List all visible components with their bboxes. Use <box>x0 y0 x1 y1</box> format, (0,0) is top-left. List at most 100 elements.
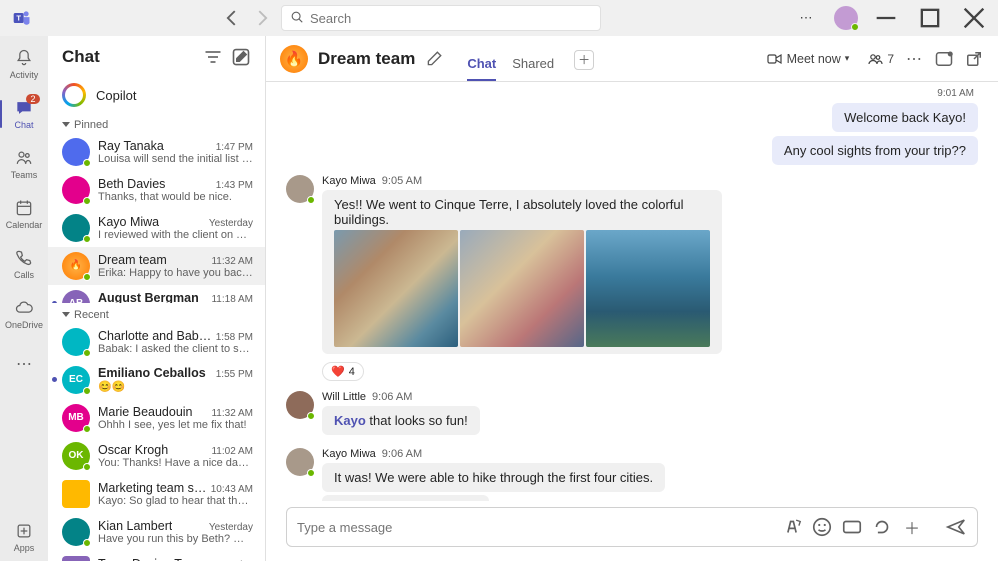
format-icon[interactable] <box>781 516 803 538</box>
chat-item[interactable]: Team Design TemplateYesterdayReta: Let's… <box>48 551 265 561</box>
gif-icon[interactable] <box>841 516 863 538</box>
chat-item[interactable]: Charlotte and Babak1:58 PMBabak: I asked… <box>48 323 265 361</box>
calendar-icon <box>14 198 34 218</box>
chat-item-preview: 😊😊 <box>98 380 253 393</box>
section-pinned[interactable]: Pinned <box>48 113 265 133</box>
compose-box[interactable]: ＋ <box>286 507 978 547</box>
chat-item-name: Kayo Miwa <box>98 215 159 229</box>
chat-item[interactable]: Kian Lambert YesterdayHave you run this b… <box>48 513 265 551</box>
chat-item[interactable]: Kayo Miwa YesterdayI reviewed with the cl… <box>48 209 265 247</box>
chat-item-preview: Louisa will send the initial list of... <box>98 153 253 165</box>
chat-item[interactable]: MBMarie Beaudouin11:32 AMOhhh I see, yes… <box>48 399 265 437</box>
chat-item[interactable]: 🔥Dream team11:32 AMErika: Happy to have … <box>48 247 265 285</box>
chat-item[interactable]: Beth Davies1:43 PMThanks, that would be … <box>48 171 265 209</box>
maximize-button[interactable] <box>914 4 946 32</box>
chat-list-title: Chat <box>62 47 195 67</box>
rail-more[interactable]: ⋯ <box>0 340 48 388</box>
nav-forward-button[interactable] <box>251 7 273 29</box>
teams-icon <box>14 148 34 168</box>
people-button[interactable]: 7 <box>867 51 894 67</box>
mention-kayo[interactable]: Kayo <box>334 413 366 428</box>
chat-item[interactable]: ECEmiliano Ceballos1:55 PM😊😊 <box>48 361 265 399</box>
copilot-row[interactable]: Copilot <box>48 77 265 113</box>
chat-item-avatar <box>62 556 90 561</box>
chat-item-preview: I reviewed with the client on Th... <box>98 229 253 241</box>
emoji-icon[interactable] <box>811 516 833 538</box>
chat-item-preview: Ohhh I see, yes let me fix that! <box>98 419 253 431</box>
new-chat-icon[interactable] <box>231 47 251 67</box>
chat-title: Dream team <box>318 49 415 69</box>
send-icon[interactable] <box>945 516 967 538</box>
attach-plus-icon[interactable]: ＋ <box>901 516 923 538</box>
chat-item-avatar <box>62 214 90 242</box>
photo-1[interactable] <box>334 230 458 347</box>
header-more-icon[interactable]: ⋯ <box>904 49 924 69</box>
people-icon <box>867 51 883 67</box>
overflow-icon[interactable]: ⋯ <box>790 4 822 32</box>
chat-main: 🔥 Dream team Chat Shared ＋ Meet now ▾ 7 … <box>266 36 998 561</box>
section-recent[interactable]: Recent <box>48 303 265 323</box>
chat-item-avatar: MB <box>62 404 90 432</box>
message-kayo-1[interactable]: Kayo Miwa9:05 AM Yes!! We went to Cinque… <box>286 175 978 381</box>
rail-teams[interactable]: Teams <box>0 140 48 188</box>
message-will[interactable]: Will Little9:06 AM Kayo that looks so fu… <box>286 391 978 438</box>
global-search[interactable] <box>281 5 601 31</box>
chat-list-panel: Chat Copilot Pinned Ray Tanaka1:47 PMLou… <box>48 36 266 561</box>
open-participants-icon[interactable] <box>934 49 954 69</box>
chat-item-preview: You: Thanks! Have a nice day, I... <box>98 457 253 469</box>
chat-item[interactable]: ABAugust Bergman11:18 AMI haven't checke… <box>48 285 265 303</box>
chat-item-avatar <box>62 480 90 508</box>
phone-icon <box>14 248 34 268</box>
chat-item-preview: Have you run this by Beth? Mak... <box>98 533 253 545</box>
meet-now-button[interactable]: Meet now ▾ <box>759 47 858 71</box>
rail-calendar[interactable]: Calendar <box>0 190 48 238</box>
avatar-kayo-2 <box>286 448 314 476</box>
nav-back-button[interactable] <box>221 7 243 29</box>
chat-item[interactable]: OKOscar Krogh11:02 AMYou: Thanks! Have a… <box>48 437 265 475</box>
minimize-button[interactable] <box>870 4 902 32</box>
chat-item-time: 11:32 AM <box>211 256 253 267</box>
tab-shared[interactable]: Shared <box>512 56 554 81</box>
my-avatar[interactable] <box>834 6 858 30</box>
avatar-will <box>286 391 314 419</box>
svg-text:T: T <box>16 14 21 23</box>
filter-icon[interactable] <box>203 47 223 67</box>
compose-input[interactable] <box>297 520 773 535</box>
edit-name-icon[interactable] <box>425 50 443 68</box>
tab-chat[interactable]: Chat <box>467 56 496 81</box>
chat-item-time: Yesterday <box>209 218 253 229</box>
chat-item-avatar: AB <box>62 290 90 303</box>
chat-item-time: 1:43 PM <box>216 180 253 191</box>
chat-item[interactable]: Marketing team sync10:43 AMKayo: So glad… <box>48 475 265 513</box>
avatar-kayo <box>286 175 314 203</box>
chat-item-name: Marie Beaudouin <box>98 405 193 419</box>
reaction-heart[interactable]: ❤️4 <box>322 362 364 381</box>
search-input[interactable] <box>310 11 592 26</box>
photo-3[interactable] <box>586 230 710 347</box>
message-kayo-2[interactable]: Kayo Miwa9:06 AM It was! We were able to… <box>286 448 978 501</box>
chat-item-avatar: EC <box>62 366 90 394</box>
chat-item-name: Dream team <box>98 253 167 267</box>
rail-chat[interactable]: 2 Chat <box>0 90 48 138</box>
chat-item[interactable]: Ray Tanaka1:47 PMLouisa will send the in… <box>48 133 265 171</box>
chat-item-time: Yesterday <box>209 522 253 533</box>
rail-calls[interactable]: Calls <box>0 240 48 288</box>
rail-activity[interactable]: Activity <box>0 40 48 88</box>
close-button[interactable] <box>958 4 990 32</box>
prev-timestamp: 9:01 AM <box>286 88 978 99</box>
rail-onedrive[interactable]: OneDrive <box>0 290 48 338</box>
chat-item-avatar: OK <box>62 442 90 470</box>
chat-item-time: 11:02 AM <box>211 446 253 457</box>
chat-item-name: August Bergman <box>98 291 199 303</box>
loop-icon[interactable] <box>871 516 893 538</box>
my-message-1[interactable]: Welcome back Kayo! <box>832 103 978 132</box>
rail-apps[interactable]: Apps <box>0 513 48 561</box>
chat-item-name: Beth Davies <box>98 177 165 191</box>
pop-out-icon[interactable] <box>964 49 984 69</box>
my-message-2[interactable]: Any cool sights from your trip?? <box>772 136 978 165</box>
add-tab-button[interactable]: ＋ <box>574 50 594 70</box>
app-rail: Activity 2 Chat Teams Calendar Calls One… <box>0 36 48 561</box>
photo-2[interactable] <box>460 230 584 347</box>
chat-item-name: Kian Lambert <box>98 519 172 533</box>
image-strip[interactable] <box>334 230 710 347</box>
